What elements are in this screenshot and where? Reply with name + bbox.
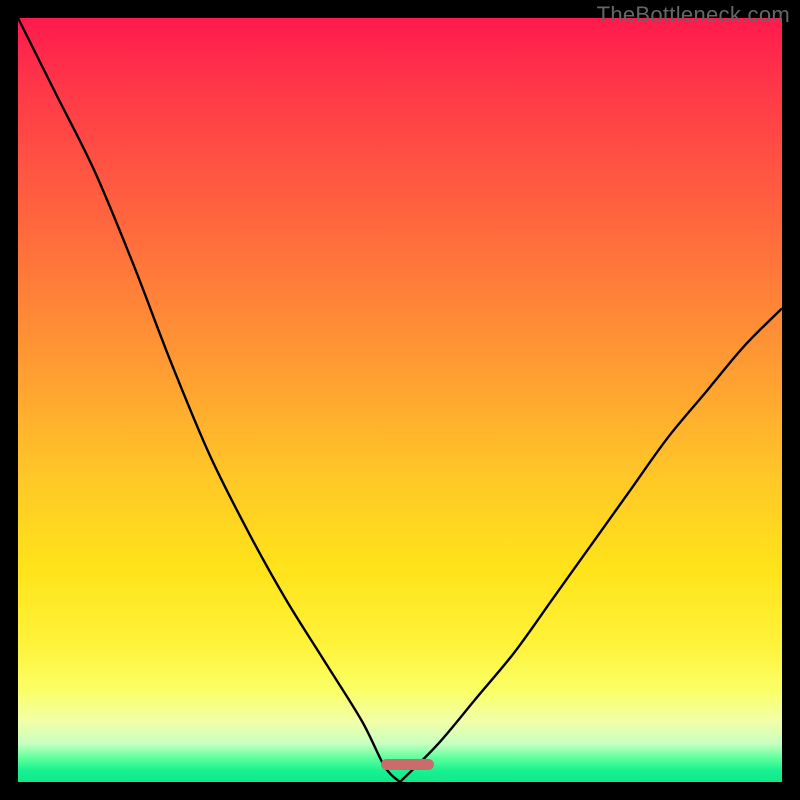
watermark-label: TheBottleneck.com [597, 2, 790, 28]
bottleneck-curve [18, 18, 782, 782]
minimum-marker [381, 759, 434, 770]
left-branch [18, 18, 400, 782]
right-branch [400, 308, 782, 782]
chart-root: TheBottleneck.com [0, 0, 800, 800]
plot-frame [18, 18, 782, 782]
